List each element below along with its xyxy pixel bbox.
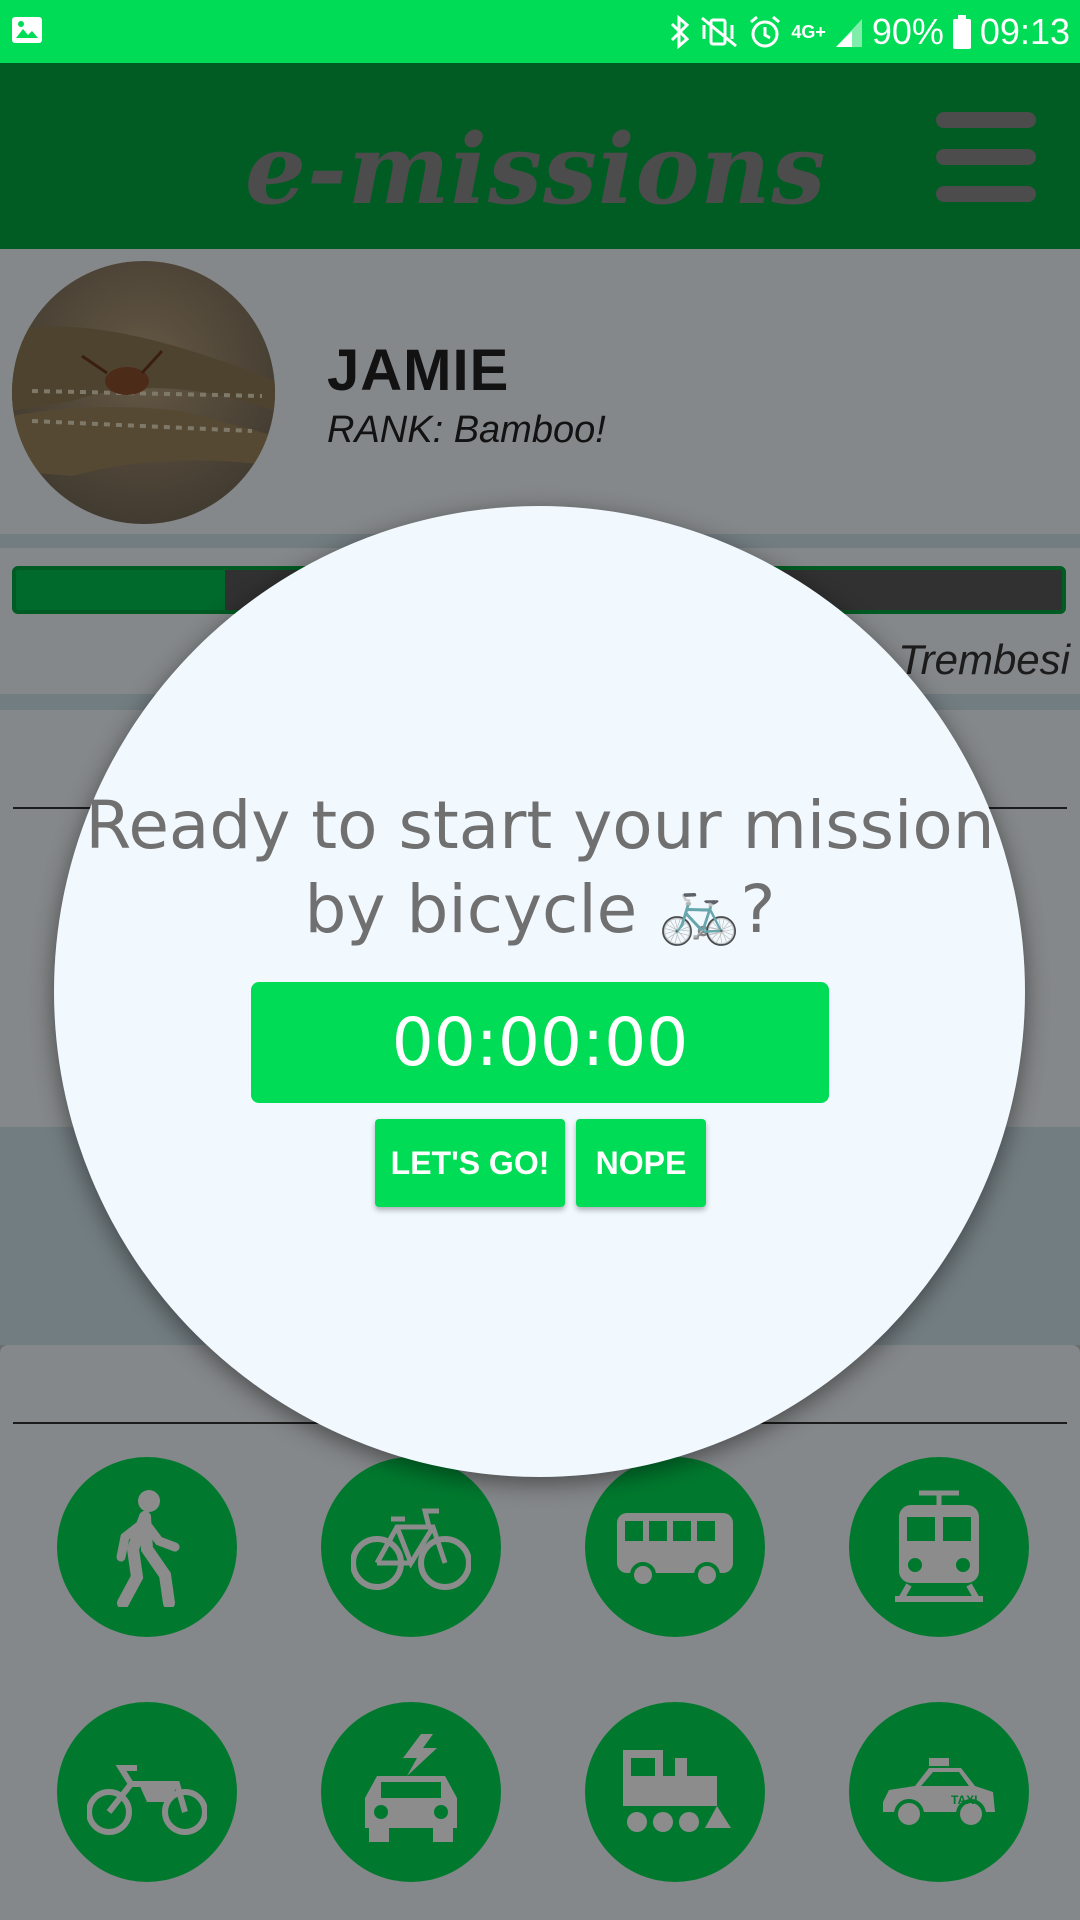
signal-icon <box>835 19 862 47</box>
nope-button[interactable]: NOPE <box>576 1119 706 1207</box>
mission-timer: 00:00:00 <box>251 982 829 1103</box>
gallery-notification-icon <box>12 17 42 43</box>
battery-percent: 90% <box>871 11 944 52</box>
clock: 09:13 <box>979 11 1070 52</box>
status-bar: 4G+ 90% 09:13 <box>0 0 1080 63</box>
lets-go-button[interactable]: LET'S GO! <box>375 1119 565 1207</box>
bluetooth-icon <box>671 15 690 49</box>
battery-icon <box>952 15 971 49</box>
mission-prompt: Ready to start your mission by bicycle 🚲… <box>85 787 995 948</box>
network-type: 4G+ <box>791 21 826 42</box>
vibrate-mute-icon <box>701 16 738 48</box>
alarm-icon <box>750 15 781 48</box>
